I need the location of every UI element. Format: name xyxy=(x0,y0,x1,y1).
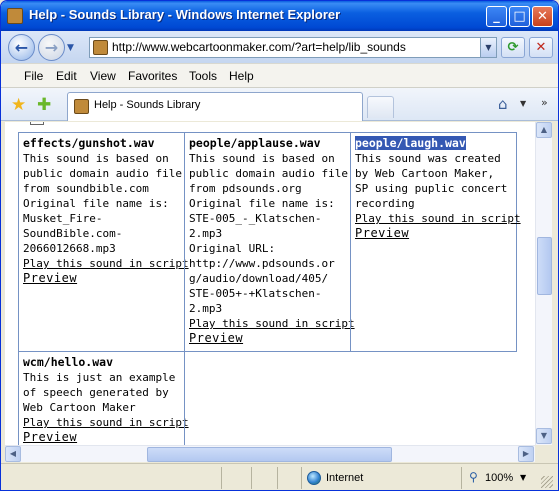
tab-favicon-icon xyxy=(74,99,89,114)
new-tab-button[interactable] xyxy=(367,96,394,118)
desc-line: public domain audio file xyxy=(23,167,182,180)
scroll-down-icon[interactable]: ▼ xyxy=(536,428,552,444)
desc-line: SP using puplic concert xyxy=(355,182,508,195)
horizontal-scrollbar[interactable]: ◀ ▶ xyxy=(5,445,552,462)
status-divider xyxy=(221,467,222,489)
vertical-scroll-thumb[interactable] xyxy=(537,237,552,295)
page-content: effects/gunshot.wav This sound is based … xyxy=(5,122,535,445)
desc-line: by Web Cartoon Maker, xyxy=(355,167,495,180)
menu-favorites[interactable]: Favorites xyxy=(128,69,177,83)
status-divider xyxy=(301,467,302,489)
forward-button[interactable]: → xyxy=(38,34,65,61)
table-divider xyxy=(184,351,185,445)
desc-line: STE-005+-+Klatschen- xyxy=(189,287,322,300)
sound-cell: effects/gunshot.wav This sound is based … xyxy=(18,132,189,352)
play-in-script-link[interactable]: Play this sound in script xyxy=(23,415,189,430)
sound-name: people/applause.wav xyxy=(189,136,321,150)
resize-grip-icon[interactable] xyxy=(541,476,553,488)
desc-line: 2066012668.mp3 xyxy=(23,242,116,255)
menu-tools[interactable]: Tools xyxy=(189,69,217,83)
menu-view[interactable]: View xyxy=(90,69,116,83)
zoom-icon[interactable]: ⚲ xyxy=(469,470,478,484)
back-button[interactable]: ← xyxy=(8,34,35,61)
internet-zone-icon xyxy=(307,471,321,485)
scroll-right-icon[interactable]: ▶ xyxy=(518,446,534,462)
desc-line: This sound is based on xyxy=(23,152,169,165)
desc-line: Original file name is: xyxy=(23,197,169,210)
close-button[interactable]: ✕ xyxy=(532,6,553,27)
desc-line: from pdsounds.org xyxy=(189,182,302,195)
address-bar[interactable]: http://www.webcartoonmaker.com/?art=help… xyxy=(89,37,497,58)
scroll-left-icon[interactable]: ◀ xyxy=(5,446,21,462)
horizontal-scroll-thumb[interactable] xyxy=(147,447,392,462)
tab-help-sounds-library[interactable]: Help - Sounds Library xyxy=(67,92,363,121)
tab-bar: ★ ✚ Help - Sounds Library ⌂ ▼ » xyxy=(1,88,558,121)
preview-link[interactable]: Preview xyxy=(23,430,180,445)
title-bar[interactable]: Help - Sounds Library - Windows Internet… xyxy=(1,1,558,31)
more-tools-icon[interactable]: » xyxy=(541,96,548,109)
desc-line: Original file name is: xyxy=(189,197,335,210)
zoom-dropdown-icon[interactable]: ▼ xyxy=(520,473,526,482)
sound-name-selected: people/laugh.wav xyxy=(355,136,466,150)
home-icon[interactable]: ⌂ xyxy=(498,95,508,113)
app-icon xyxy=(7,8,23,24)
tab-label: Help - Sounds Library xyxy=(94,99,201,111)
desc-line: 2.mp3 xyxy=(189,302,223,315)
sound-name: effects/gunshot.wav xyxy=(23,136,155,150)
minimize-button[interactable]: _ xyxy=(486,6,507,27)
desc-line: Original URL: xyxy=(189,242,276,255)
history-dropdown-icon[interactable]: ▼ xyxy=(67,43,74,53)
preview-link[interactable]: Preview xyxy=(23,271,180,286)
desc-line: recording xyxy=(355,197,415,210)
desc-line: from soundbible.com xyxy=(23,182,149,195)
navigation-bar: ← → ▼ http://www.webcartoonmaker.com/?ar… xyxy=(1,31,558,63)
status-divider xyxy=(251,467,252,489)
refresh-button[interactable]: ⟳ xyxy=(501,37,525,58)
desc-line: SoundBible.com- xyxy=(23,227,123,240)
vertical-scrollbar[interactable]: ▲ ▼ xyxy=(535,122,552,445)
menu-file[interactable]: File xyxy=(24,69,43,83)
security-zone-label[interactable]: Internet xyxy=(326,472,363,484)
menu-help[interactable]: Help xyxy=(229,69,254,83)
desc-line: This sound is based on xyxy=(189,152,335,165)
desc-line: This is just an example xyxy=(23,371,176,384)
sound-name: wcm/hello.wav xyxy=(23,355,114,369)
play-in-script-link[interactable]: Play this sound in script xyxy=(189,316,355,331)
status-divider xyxy=(461,467,462,489)
desc-line: g/audio/download/405/ xyxy=(189,272,329,285)
status-divider xyxy=(277,467,278,489)
desc-line: 2.mp3 xyxy=(189,227,223,240)
address-dropdown-icon[interactable]: ▼ xyxy=(480,38,496,57)
status-bar: Internet ⚲ 100% ▼ xyxy=(1,463,558,490)
preview-link[interactable]: Preview xyxy=(355,226,512,241)
browser-window: Help - Sounds Library - Windows Internet… xyxy=(0,0,559,491)
sound-cell: people/laugh.wav This sound was created … xyxy=(350,132,521,352)
sound-cell: wcm/hello.wav This is just an example of… xyxy=(18,351,189,445)
stop-button[interactable]: ✕ xyxy=(529,37,553,58)
desc-line: http://www.pdsounds.or xyxy=(189,257,335,270)
desc-line: STE-005_-_Klatschen- xyxy=(189,212,322,225)
desc-line: of speech generated by xyxy=(23,386,169,399)
desc-line: This sound was created xyxy=(355,152,501,165)
scroll-up-icon[interactable]: ▲ xyxy=(536,122,552,138)
play-in-script-link[interactable]: Play this sound in script xyxy=(23,256,189,271)
sound-cell: people/applause.wav This sound is based … xyxy=(184,132,355,352)
desc-line: Musket_Fire- xyxy=(23,212,103,225)
menu-edit[interactable]: Edit xyxy=(56,69,77,83)
window-title: Help - Sounds Library - Windows Internet… xyxy=(29,7,341,22)
add-favorite-icon[interactable]: ✚ xyxy=(37,95,51,115)
site-favicon-icon xyxy=(93,40,108,55)
cropped-element xyxy=(30,122,44,125)
desc-line: public domain audio file xyxy=(189,167,348,180)
home-dropdown-icon[interactable]: ▼ xyxy=(520,99,526,108)
desc-line: Web Cartoon Maker xyxy=(23,401,136,414)
maximize-button[interactable]: □ xyxy=(509,6,530,27)
zoom-level[interactable]: 100% xyxy=(485,472,513,484)
address-input[interactable]: http://www.webcartoonmaker.com/?art=help… xyxy=(112,40,406,54)
favorites-star-icon[interactable]: ★ xyxy=(11,95,26,115)
preview-link[interactable]: Preview xyxy=(189,331,346,346)
menu-bar: File Edit View Favorites Tools Help xyxy=(1,63,558,88)
scroll-corner xyxy=(535,445,552,462)
play-in-script-link[interactable]: Play this sound in script xyxy=(355,211,521,226)
